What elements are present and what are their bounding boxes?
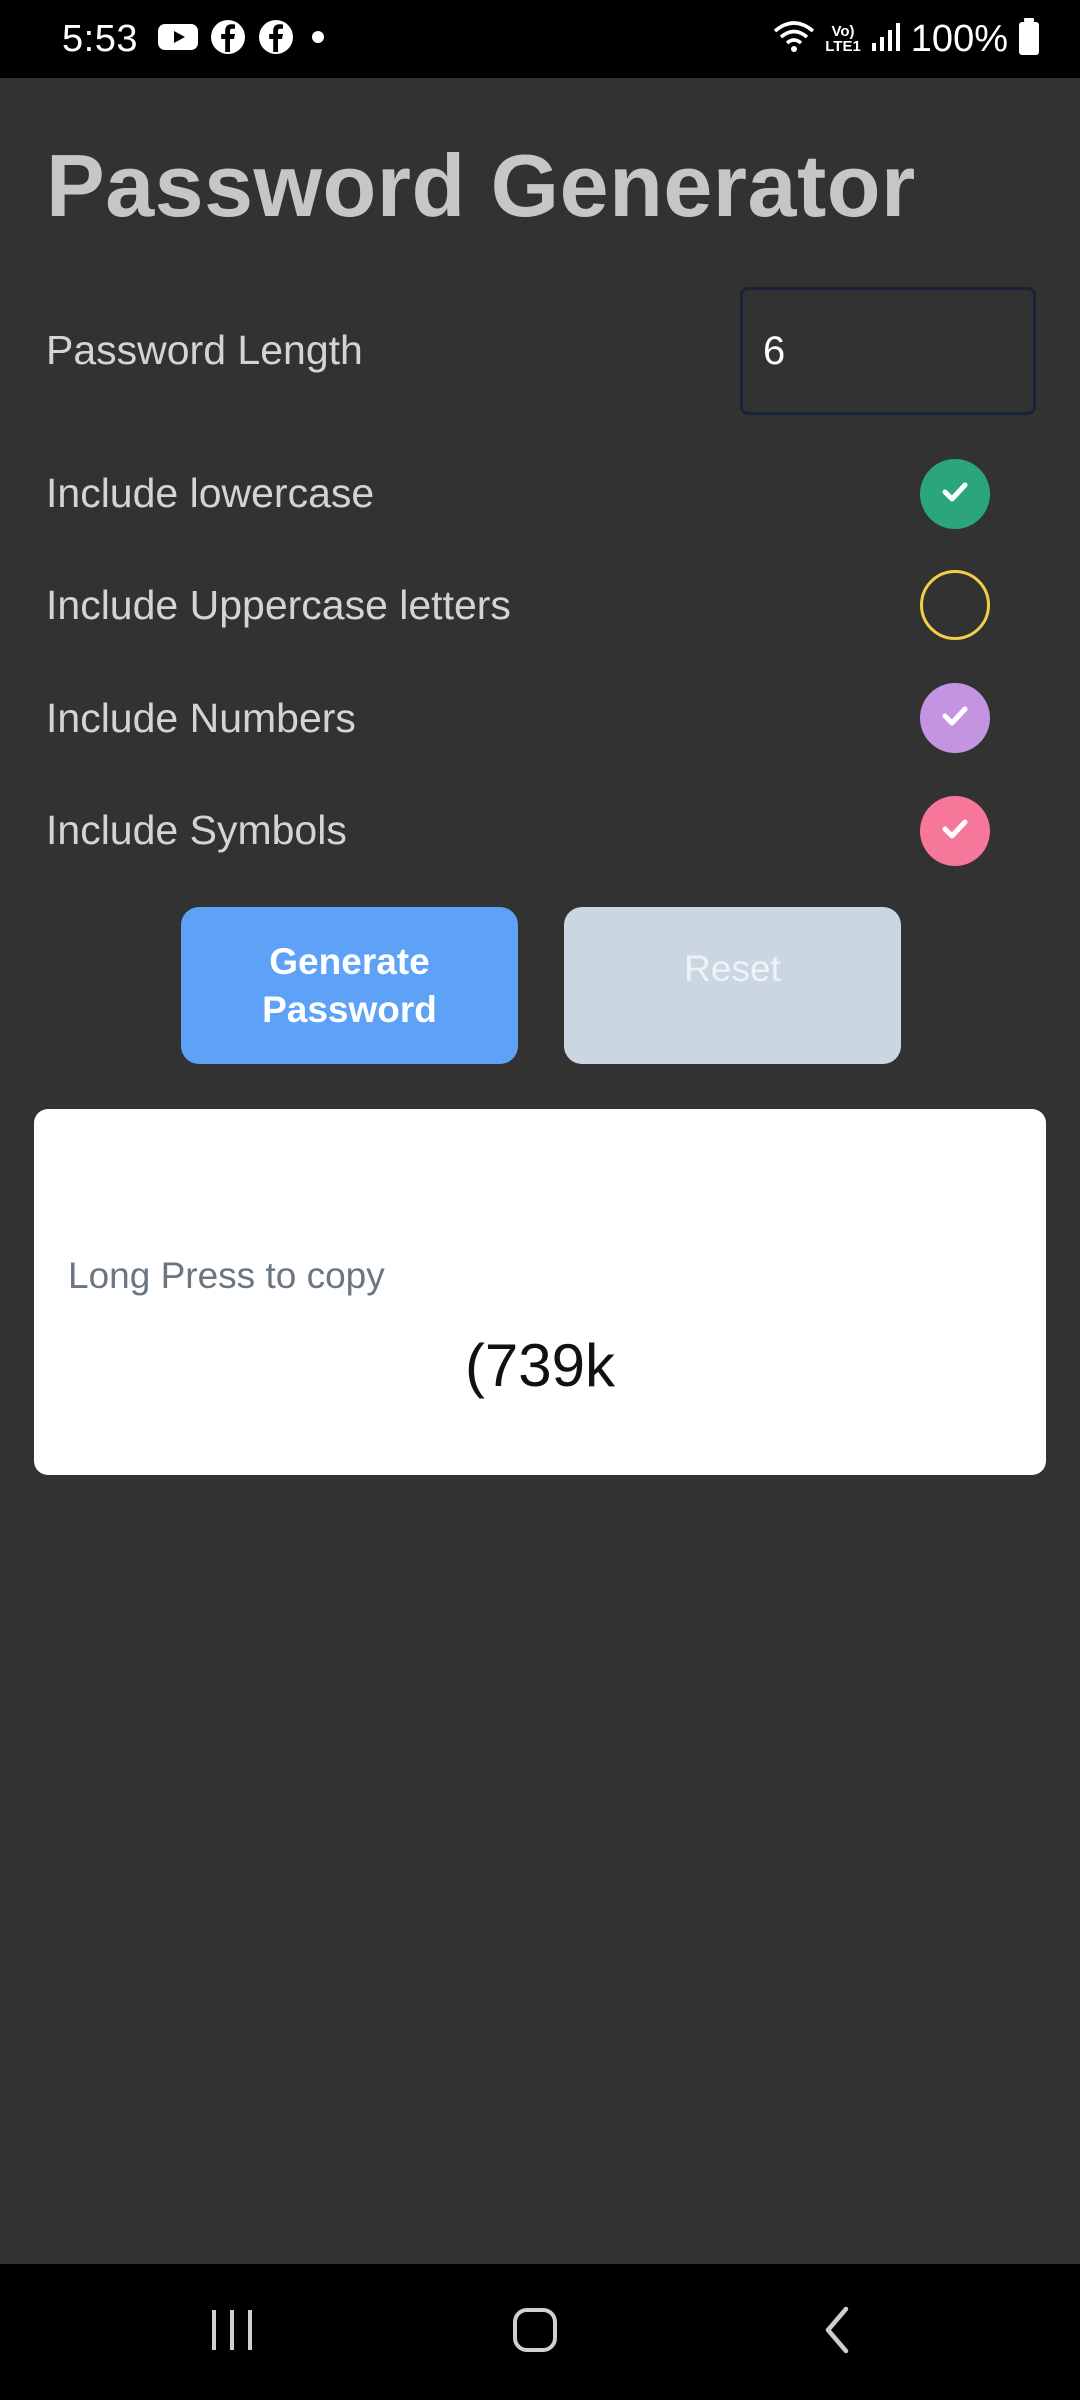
facebook-icon (258, 19, 294, 60)
page-title: Password Generator (46, 136, 916, 235)
status-bar: 5:53 Vo) LTE1 100% (0, 0, 1080, 78)
reset-button[interactable]: Reset (564, 907, 901, 1064)
battery-percent: 100% (910, 17, 1008, 60)
signal-icon (871, 21, 901, 58)
recent-apps-icon (208, 2308, 256, 2357)
check-icon (938, 475, 972, 514)
lte-indicator: Vo) LTE1 (825, 24, 861, 54)
generate-button-line1: Generate (269, 940, 430, 982)
back-icon (818, 2305, 858, 2360)
lowercase-checkbox[interactable] (920, 459, 990, 529)
status-time: 5:53 (62, 17, 138, 60)
recent-apps-button[interactable] (172, 2264, 292, 2400)
youtube-icon (157, 22, 198, 57)
home-button[interactable] (475, 2264, 595, 2400)
home-icon (511, 2306, 559, 2359)
reset-button-label: Reset (684, 948, 781, 989)
numbers-option-label: Include Numbers (46, 695, 356, 741)
uppercase-checkbox[interactable] (920, 570, 990, 640)
lte-bottom: LTE1 (825, 38, 861, 55)
back-button[interactable] (778, 2264, 898, 2400)
status-right: Vo) LTE1 100% (773, 0, 1040, 78)
facebook-icon (210, 19, 246, 60)
password-length-label: Password Length (46, 327, 363, 373)
notification-dot-icon (306, 25, 330, 54)
password-length-input[interactable]: 6 (740, 287, 1036, 415)
battery-icon (1018, 17, 1040, 61)
wifi-icon (773, 19, 815, 60)
generated-password[interactable]: (739k (34, 1331, 1046, 1400)
lte-top: Vo) (831, 23, 855, 40)
status-left: 5:53 (62, 0, 330, 78)
symbols-option-label: Include Symbols (46, 807, 347, 853)
copy-hint: Long Press to copy (68, 1255, 385, 1296)
navigation-bar (0, 2264, 1080, 2400)
check-icon (938, 812, 972, 851)
uppercase-option-label: Include Uppercase letters (46, 582, 511, 628)
generate-button-line2: Password (262, 988, 437, 1030)
lowercase-option-label: Include lowercase (46, 470, 375, 516)
result-card[interactable]: Long Press to copy (739k (34, 1109, 1046, 1475)
generate-password-button[interactable]: Generate Password (181, 907, 518, 1064)
check-icon (938, 699, 972, 738)
numbers-checkbox[interactable] (920, 683, 990, 753)
symbols-checkbox[interactable] (920, 796, 990, 866)
